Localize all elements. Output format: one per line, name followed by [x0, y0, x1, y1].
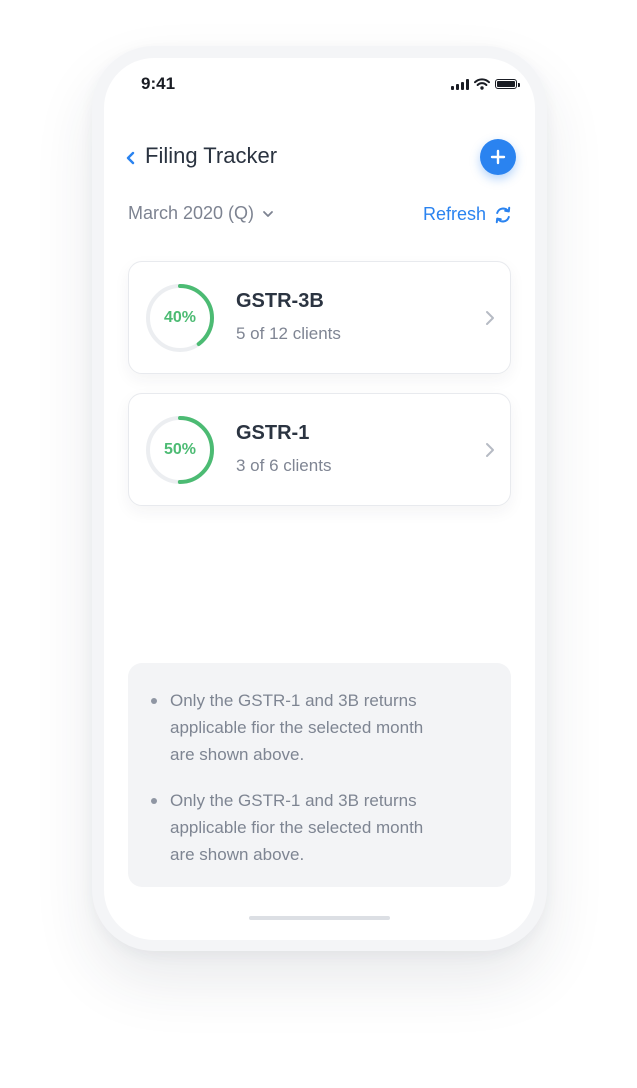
chevron-right-icon	[486, 443, 494, 457]
chevron-right-icon	[486, 311, 494, 325]
note-line: Only the GSTR-1 and 3B returns	[170, 691, 417, 710]
note-line: applicable fior the selected month	[170, 718, 424, 737]
battery-icon	[495, 79, 520, 89]
plus-icon	[490, 149, 506, 165]
home-indicator	[249, 916, 390, 920]
back-chevron-icon[interactable]	[124, 148, 138, 168]
filing-card-gstr3b[interactable]: 40% GSTR-3B 5 of 12 clients	[128, 261, 511, 374]
card-subtitle: 3 of 6 clients	[236, 456, 332, 475]
status-icons	[451, 78, 520, 90]
note-item: Only the GSTR-1 and 3B returns applicabl…	[151, 687, 481, 768]
chevron-down-icon	[263, 210, 273, 217]
note-line: Only the GSTR-1 and 3B returns	[170, 791, 417, 810]
app-screen: 9:41 Filing Tracker March 2020 (Q) Refre…	[104, 58, 535, 940]
filing-card-gstr1[interactable]: 50% GSTR-1 3 of 6 clients	[128, 393, 511, 506]
note-line: are shown above.	[170, 845, 305, 864]
period-selector[interactable]: March 2020 (Q)	[128, 203, 274, 224]
card-title: GSTR-1	[236, 422, 310, 444]
card-title: GSTR-3B	[236, 290, 324, 312]
refresh-button[interactable]: Refresh	[423, 204, 513, 225]
card-subtitle: 5 of 12 clients	[236, 324, 341, 343]
page-header: Filing Tracker	[124, 138, 516, 178]
add-button[interactable]	[480, 139, 516, 175]
progress-percent: 50%	[163, 441, 197, 458]
page-title: Filing Tracker	[145, 143, 278, 168]
progress-percent: 40%	[163, 309, 197, 326]
status-time: 9:41	[141, 74, 176, 93]
signal-icon	[451, 78, 469, 90]
info-note-box: Only the GSTR-1 and 3B returns applicabl…	[128, 663, 511, 887]
note-line: applicable fior the selected month	[170, 818, 424, 837]
refresh-icon	[495, 206, 511, 223]
wifi-icon	[474, 78, 490, 90]
note-line: are shown above.	[170, 745, 305, 764]
note-item: Only the GSTR-1 and 3B returns applicabl…	[151, 787, 481, 868]
period-label: March 2020 (Q)	[128, 203, 255, 223]
refresh-label: Refresh	[422, 204, 486, 224]
